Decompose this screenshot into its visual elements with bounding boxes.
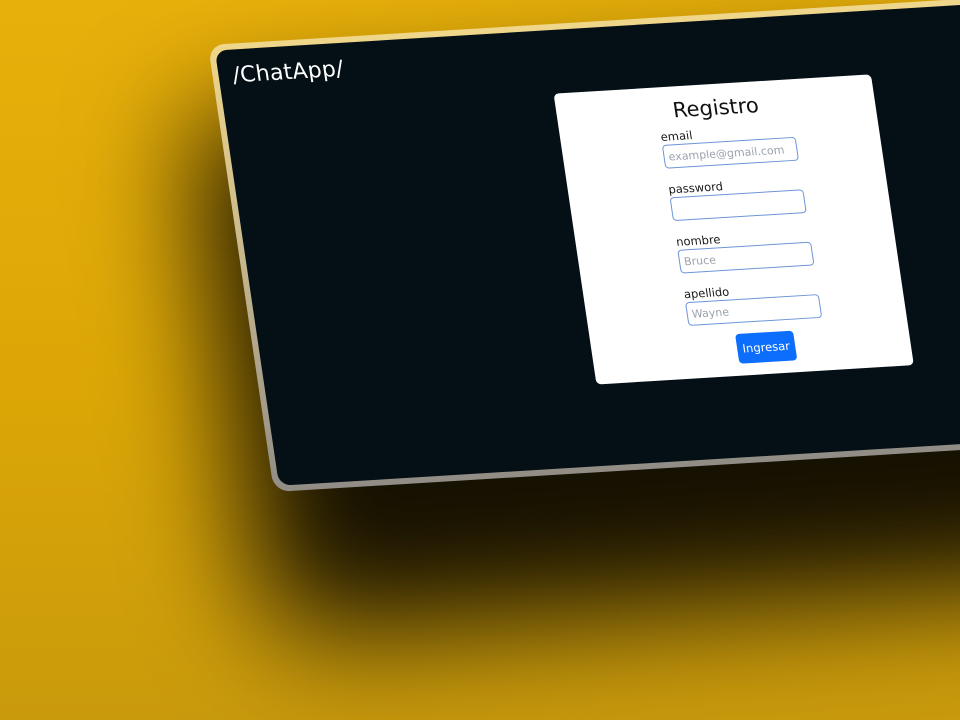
email-field-group: email <box>660 122 800 169</box>
form-title: Registro <box>671 93 761 123</box>
password-field-group: password <box>667 174 807 222</box>
app-brand: /ChatApp/ <box>230 56 346 89</box>
nombre-field-group: nombre <box>675 227 815 274</box>
device-frame: /ChatApp/ Registro email password nombre… <box>208 0 960 493</box>
registration-card: Registro email password nombre apellido … <box>553 74 914 385</box>
app-screen: /ChatApp/ Registro email password nombre… <box>214 0 960 486</box>
apellido-field-group: apellido <box>683 279 823 326</box>
ingresar-button[interactable]: Ingresar <box>735 330 798 364</box>
